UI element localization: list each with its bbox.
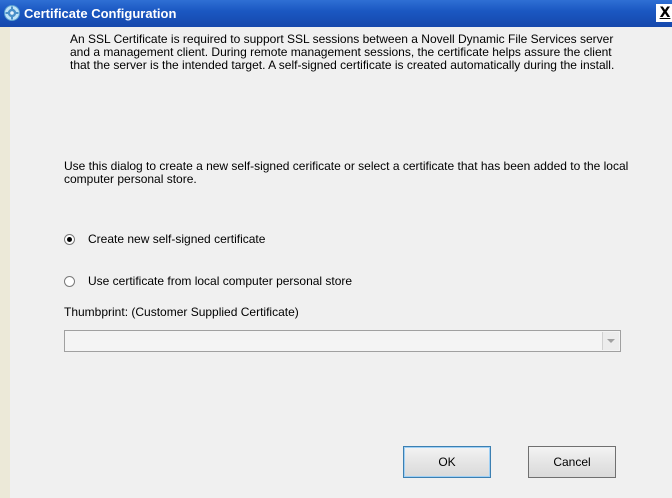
use-store-certificate-option[interactable]: Use certificate from local computer pers… — [64, 273, 352, 289]
use-store-certificate-label[interactable]: Use certificate from local computer pers… — [88, 274, 352, 288]
certificate-gear-icon — [4, 5, 20, 21]
dialog-content — [10, 27, 672, 498]
chevron-down-icon[interactable] — [602, 332, 619, 350]
thumbprint-dropdown[interactable] — [64, 330, 621, 352]
create-new-certificate-option[interactable]: Create new self-signed certificate — [64, 231, 265, 247]
certificate-configuration-dialog: Certificate Configuration X An SSL Certi… — [0, 0, 672, 498]
create-new-certificate-radio[interactable] — [64, 233, 75, 245]
use-store-certificate-radio[interactable] — [64, 275, 75, 287]
dialog-title: Certificate Configuration — [24, 6, 177, 21]
title-bar[interactable]: Certificate Configuration X — [0, 0, 672, 27]
create-new-certificate-label[interactable]: Create new self-signed certificate — [88, 232, 265, 246]
thumbprint-label: Thumbprint: (Customer Supplied Certifica… — [64, 305, 299, 319]
instructions-text: Use this dialog to create a new self-sig… — [64, 159, 629, 186]
close-button[interactable]: X — [656, 4, 672, 22]
intro-text: An SSL Certificate is required to suppor… — [70, 32, 615, 72]
ok-button[interactable]: OK — [403, 446, 491, 478]
cancel-button[interactable]: Cancel — [528, 446, 616, 478]
